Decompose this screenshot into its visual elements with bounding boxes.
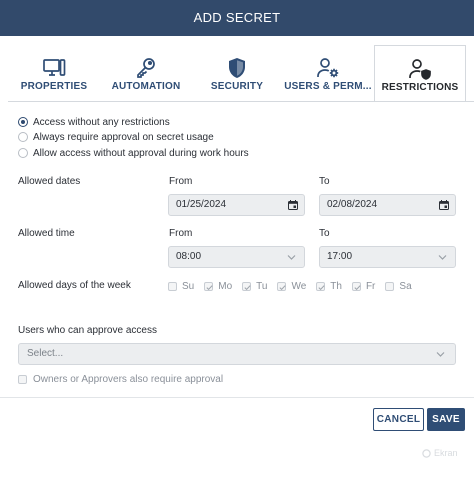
day-label: Mo xyxy=(218,280,233,292)
dialog-title: ADD SECRET xyxy=(0,0,474,36)
checkbox-checked[interactable] xyxy=(242,281,252,291)
owners-approval-label: Owners or Approvers also require approva… xyxy=(33,374,224,385)
date-from-value: 01/25/2024 xyxy=(176,199,227,210)
day-thursday[interactable]: Th xyxy=(316,281,342,292)
date-to-input[interactable]: 02/08/2024 xyxy=(319,194,456,216)
watermark-text: Ekran xyxy=(434,448,458,458)
radio-label: Always require approval on secret usage xyxy=(33,131,214,143)
day-saturday[interactable]: Sa xyxy=(385,280,412,292)
day-sunday[interactable]: Su xyxy=(168,281,194,292)
allowed-time-label: Allowed time xyxy=(18,228,75,239)
chevron-down-icon xyxy=(436,352,445,357)
time-from-select[interactable]: 08:00 xyxy=(168,246,305,268)
user-settings-icon xyxy=(317,58,339,78)
check-icon xyxy=(206,284,213,290)
footer-divider xyxy=(0,397,474,398)
approvers-placeholder: Select... xyxy=(27,348,64,359)
day-label: We xyxy=(291,280,307,292)
tab-security[interactable]: SECURITY xyxy=(192,44,282,102)
shield-icon xyxy=(229,58,245,78)
dates-from-label: From xyxy=(169,176,193,187)
tab-restrictions[interactable]: RESTRICTIONS xyxy=(374,45,466,102)
day-monday[interactable]: Mo xyxy=(204,281,232,292)
ekran-logo-icon xyxy=(422,448,431,458)
checkbox[interactable] xyxy=(385,281,395,291)
radio-button[interactable] xyxy=(18,132,28,142)
tab-automation[interactable]: AUTOMATION xyxy=(100,44,192,102)
tab-properties[interactable]: PROPERTIES xyxy=(8,44,100,102)
date-to-value: 02/08/2024 xyxy=(327,199,378,210)
save-button[interactable]: SAVE xyxy=(427,408,465,431)
time-to-value: 17:00 xyxy=(327,251,353,262)
day-friday[interactable]: Fr xyxy=(351,280,376,292)
allowed-days-label: Allowed days of the week xyxy=(18,280,131,291)
chevron-down-icon xyxy=(287,255,296,260)
cancel-button[interactable]: CANCEL xyxy=(373,408,424,431)
checkbox[interactable] xyxy=(168,281,177,291)
radio-label: Access without any restrictions xyxy=(33,116,170,128)
checkbox-checked[interactable] xyxy=(351,281,361,291)
day-tuesday[interactable]: Tu xyxy=(242,281,267,292)
tab-divider xyxy=(8,101,474,102)
time-to-label: To xyxy=(319,228,330,239)
approvers-select[interactable]: Select... xyxy=(18,343,456,365)
calendar-icon[interactable] xyxy=(288,200,298,210)
tab-label: AUTOMATION xyxy=(111,81,181,92)
owners-approval-checkbox-row[interactable]: Owners or Approvers also require approva… xyxy=(18,374,223,385)
day-label: Tu xyxy=(256,280,268,292)
checkbox-checked[interactable] xyxy=(204,281,214,291)
radio-button[interactable] xyxy=(18,148,28,158)
key-icon xyxy=(137,58,155,78)
day-label: Fr xyxy=(365,280,376,292)
check-icon xyxy=(244,284,251,290)
watermark: Ekran xyxy=(422,448,458,458)
checkbox-checked[interactable] xyxy=(316,281,326,291)
monitor-icon xyxy=(43,59,66,76)
check-icon xyxy=(279,284,287,290)
tab-label: PROPERTIES xyxy=(20,81,88,92)
day-label: Th xyxy=(330,280,342,292)
time-from-value: 08:00 xyxy=(176,251,202,262)
radio-always-require-approval[interactable]: Always require approval on secret usage xyxy=(18,130,214,144)
tab-users-permissions[interactable]: USERS & PERM... xyxy=(282,44,374,102)
check-icon xyxy=(318,284,325,290)
tab-bar: PROPERTIES AUTOMATION SECURITY USERS & P… xyxy=(0,44,474,102)
approvers-label: Users who can approve access xyxy=(18,325,157,336)
weekday-checkboxes: Su Mo Tu We Th Fr Sa xyxy=(168,280,422,292)
day-wednesday[interactable]: We xyxy=(277,281,306,292)
radio-access-unrestricted[interactable]: Access without any restrictions xyxy=(18,115,170,129)
allowed-dates-label: Allowed dates xyxy=(18,176,81,187)
tab-label: RESTRICTIONS xyxy=(381,82,459,93)
date-from-input[interactable]: 01/25/2024 xyxy=(168,194,305,216)
checkbox[interactable] xyxy=(18,375,27,384)
time-to-select[interactable]: 17:00 xyxy=(319,246,456,268)
check-icon xyxy=(354,284,361,290)
tab-label: USERS & PERM... xyxy=(284,81,372,92)
radio-label: Allow access without approval during wor… xyxy=(33,147,249,159)
calendar-icon[interactable] xyxy=(439,200,449,210)
day-label: Su xyxy=(182,280,195,292)
tab-label: SECURITY xyxy=(210,81,264,92)
radio-work-hours-access[interactable]: Allow access without approval during wor… xyxy=(18,146,249,160)
user-shield-icon xyxy=(409,59,431,80)
dates-to-label: To xyxy=(319,176,330,187)
radio-button-selected[interactable] xyxy=(18,117,28,127)
time-from-label: From xyxy=(169,228,193,239)
day-label: Sa xyxy=(399,280,412,292)
chevron-down-icon xyxy=(438,255,447,260)
checkbox-checked[interactable] xyxy=(277,281,287,291)
